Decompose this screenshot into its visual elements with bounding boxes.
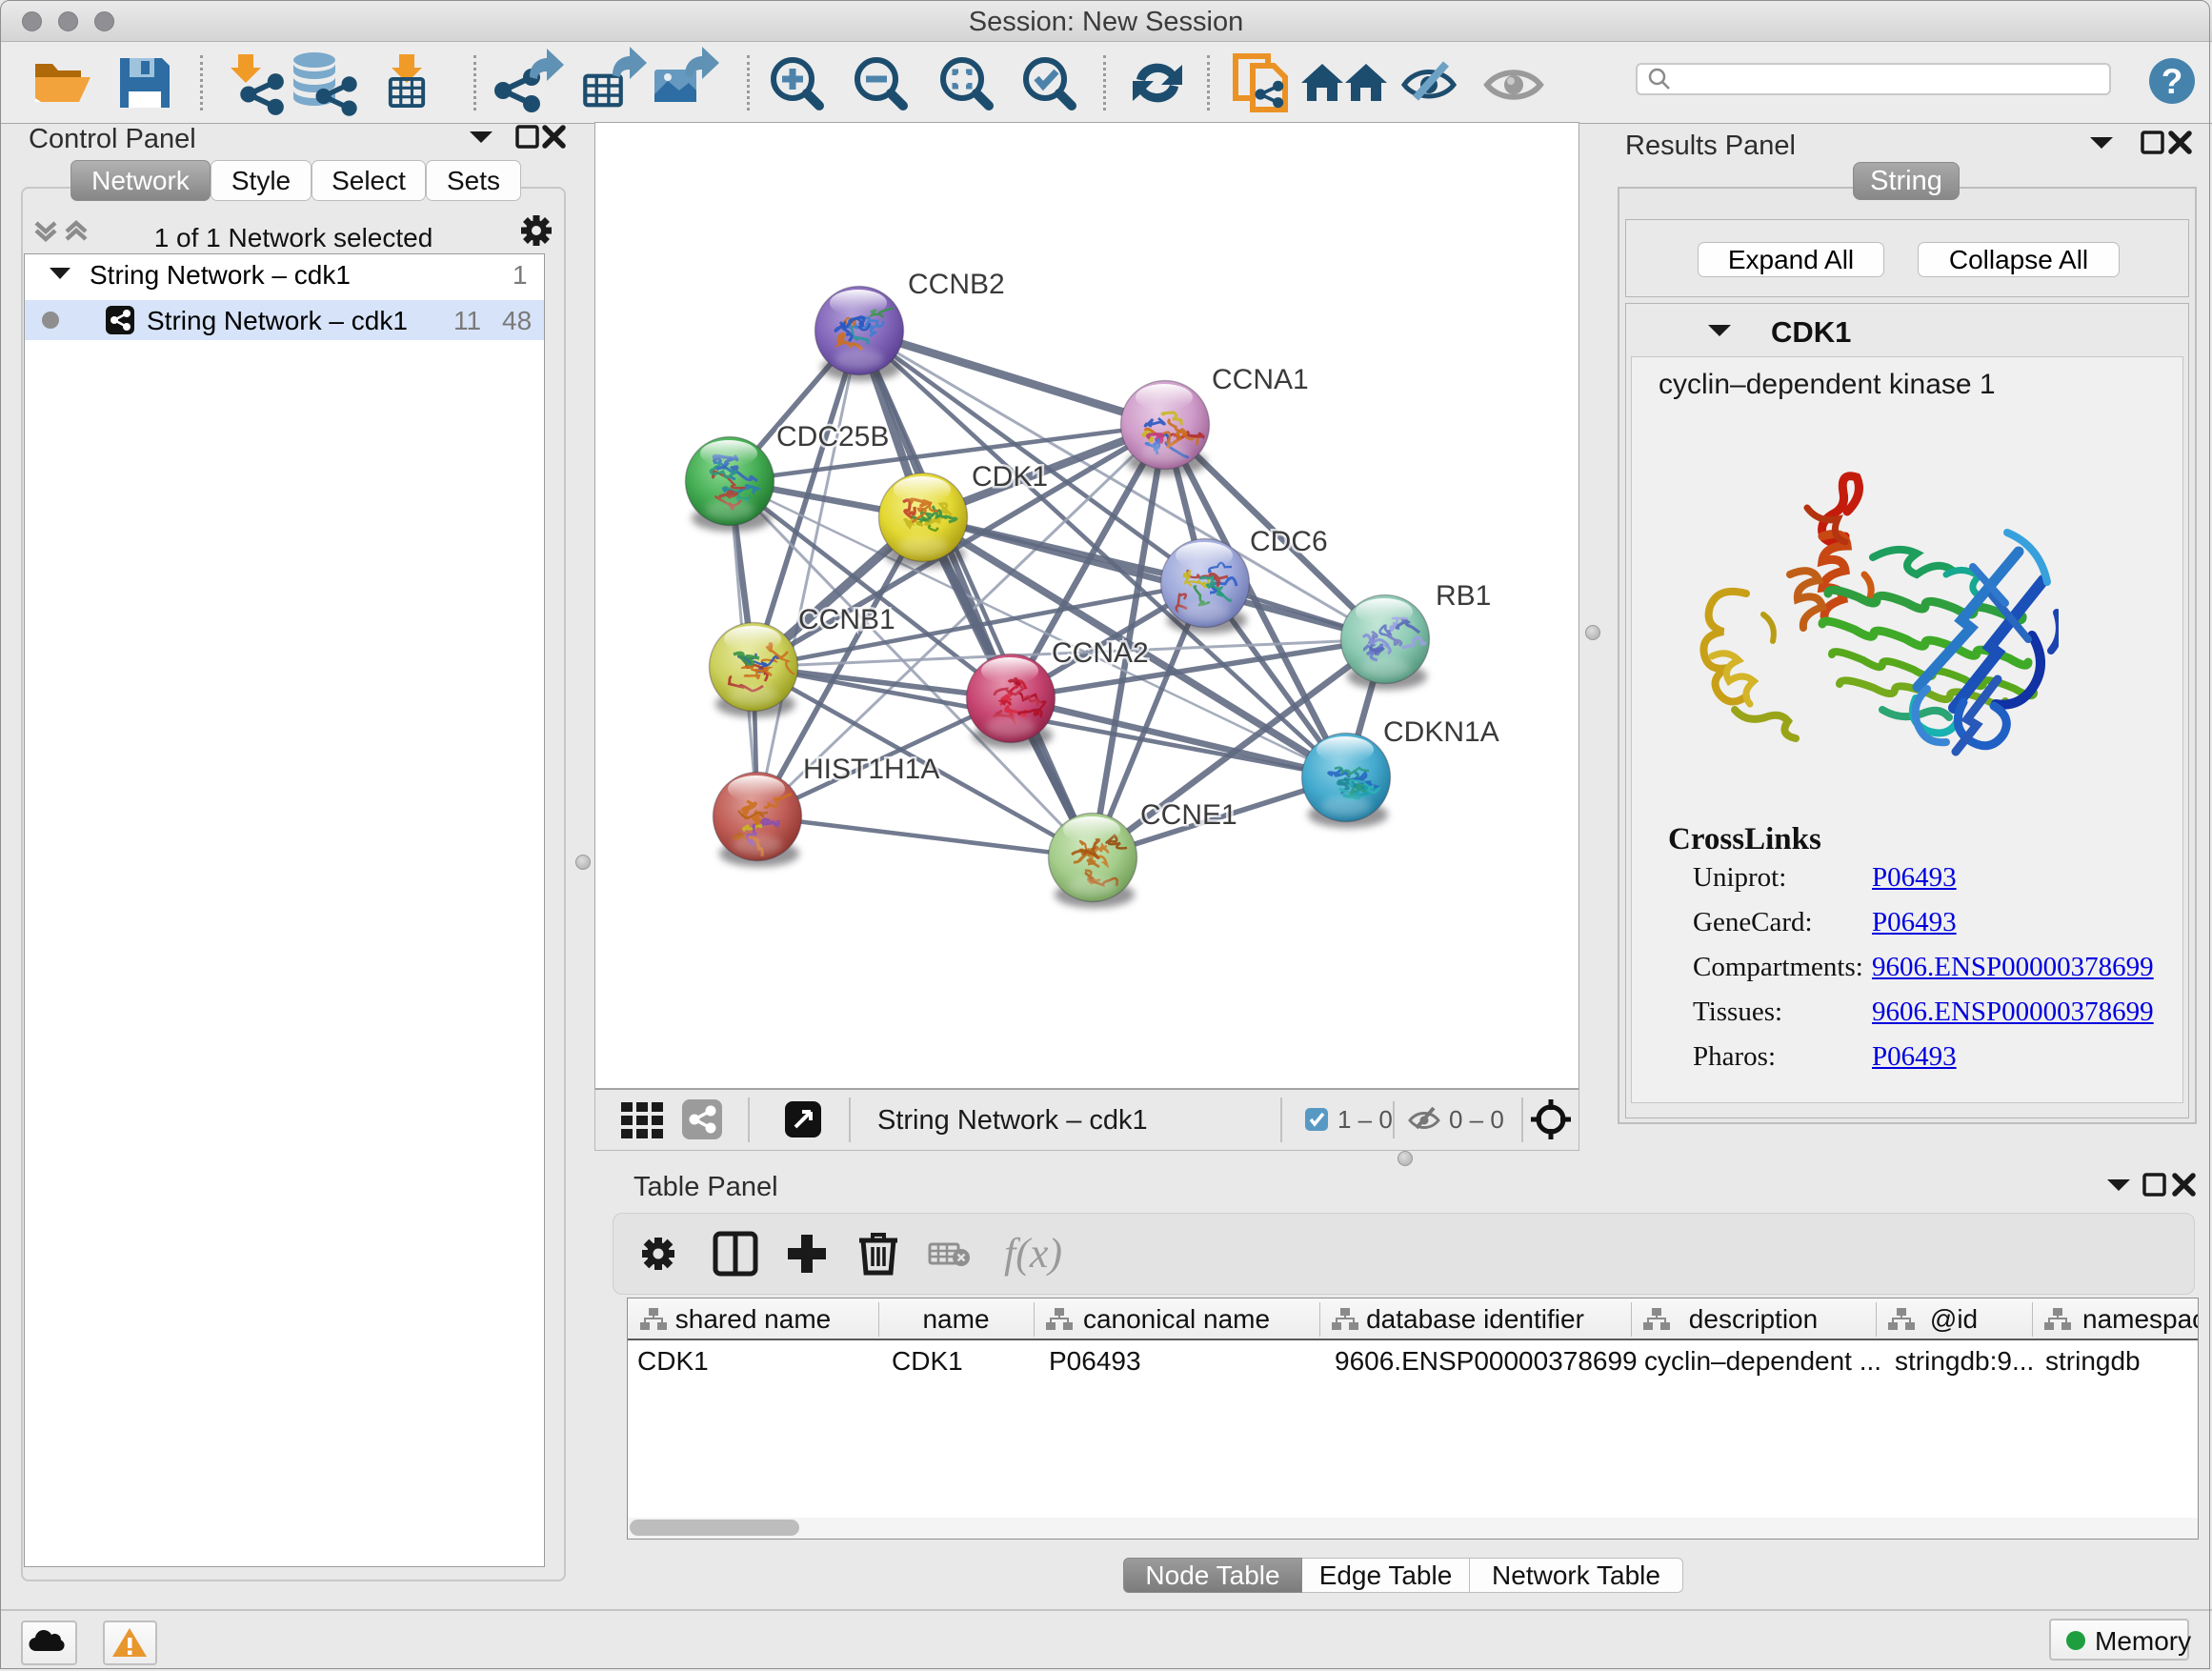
- svg-text:CDC6: CDC6: [1250, 526, 1328, 557]
- svg-text:CCNB1: CCNB1: [798, 604, 895, 635]
- svg-text:CDK1: CDK1: [972, 461, 1048, 493]
- svg-text:HIST1H1A: HIST1H1A: [803, 754, 939, 785]
- svg-text:CCNA1: CCNA1: [1212, 364, 1309, 395]
- svg-text:CDC25B: CDC25B: [776, 421, 889, 453]
- svg-text:CDKN1A: CDKN1A: [1383, 716, 1499, 748]
- svg-text:0 – 0: 0 – 0: [1449, 1105, 1504, 1134]
- svg-text:CCNE1: CCNE1: [1140, 799, 1237, 831]
- svg-text:String Network – cdk1: String Network – cdk1: [877, 1105, 1148, 1136]
- svg-text:1 – 0: 1 – 0: [1337, 1105, 1393, 1134]
- svg-text:?: ?: [2162, 62, 2183, 101]
- svg-text:f(x): f(x): [1004, 1230, 1062, 1277]
- svg-text:CCNA2: CCNA2: [1052, 637, 1149, 669]
- svg-text:RB1: RB1: [1436, 580, 1491, 612]
- svg-text:CCNB2: CCNB2: [908, 269, 1005, 300]
